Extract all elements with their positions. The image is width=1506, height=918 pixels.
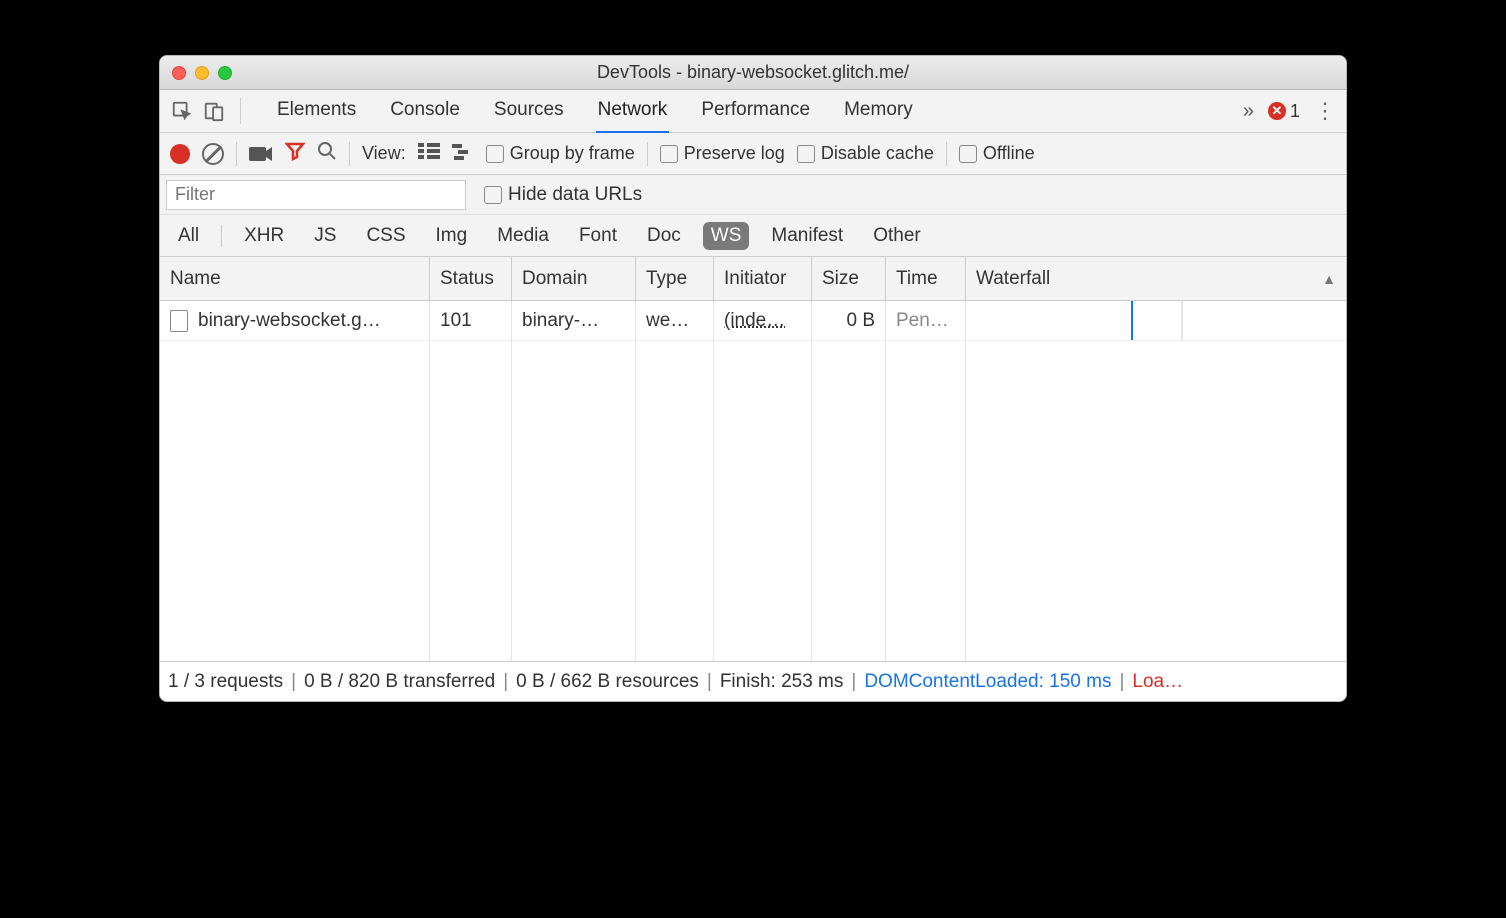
col-waterfall[interactable]: Waterfall▲ [966,257,1346,300]
table-body: binary-websocket.g… 101 binary-… we… (in… [160,301,1346,661]
separator [240,98,241,124]
record-button-icon[interactable] [170,144,190,164]
status-domcontentloaded: DOMContentLoaded: 150 ms [864,671,1111,693]
filter-media[interactable]: Media [489,222,557,250]
filter-css[interactable]: CSS [358,222,413,250]
cell-status: 101 [430,301,512,340]
file-icon [170,310,188,332]
cell-domain: binary-… [512,301,636,340]
filter-input[interactable] [166,180,466,210]
filter-bar: Hide data URLs [160,175,1346,215]
table-header: Name Status Domain Type Initiator Size T… [160,257,1346,301]
filter-font[interactable]: Font [571,222,625,250]
overview-icon[interactable] [452,142,474,165]
clear-button-icon[interactable] [202,143,224,165]
network-toolbar: View: Group by frame Preserve log Disabl… [160,133,1346,175]
group-by-frame-checkbox[interactable]: Group by frame [486,143,635,164]
tab-sources[interactable]: Sources [492,89,566,134]
tab-memory[interactable]: Memory [842,89,915,134]
status-resources: 0 B / 662 B resources [516,671,699,693]
waterfall-marker [1131,301,1133,340]
error-icon: ✕ [1268,102,1286,120]
status-transferred: 0 B / 820 B transferred [304,671,495,693]
col-time[interactable]: Time [886,257,966,300]
inspect-element-icon[interactable] [170,99,194,123]
col-initiator[interactable]: Initiator [714,257,812,300]
separator [221,225,222,247]
filter-funnel-icon[interactable] [285,141,305,167]
cell-size: 0 B [812,301,886,340]
separator [946,142,947,166]
status-load: Loa… [1132,671,1183,693]
cell-waterfall [966,301,1346,340]
tab-network[interactable]: Network [596,89,670,134]
cell-type: we… [636,301,714,340]
cell-name: binary-websocket.g… [160,301,430,340]
hide-data-urls-checkbox[interactable]: Hide data URLs [484,184,642,206]
col-status[interactable]: Status [430,257,512,300]
large-rows-icon[interactable] [418,142,440,165]
error-count: 1 [1290,101,1300,122]
filter-all[interactable]: All [170,222,207,250]
tab-elements[interactable]: Elements [275,89,358,134]
settings-kebab-icon[interactable]: ⋮ [1314,98,1336,124]
preserve-log-checkbox[interactable]: Preserve log [660,143,785,164]
search-icon[interactable] [317,141,337,167]
more-tabs-chevron-icon[interactable]: » [1243,100,1254,123]
cell-initiator: (inde… [714,301,812,340]
col-type[interactable]: Type [636,257,714,300]
status-finish: Finish: 253 ms [720,671,844,693]
table-row[interactable]: binary-websocket.g… 101 binary-… we… (in… [160,301,1346,341]
separator [647,142,648,166]
filter-doc[interactable]: Doc [639,222,689,250]
waterfall-marker [1181,301,1183,340]
col-name[interactable]: Name [160,257,430,300]
tab-console[interactable]: Console [388,89,462,134]
view-label: View: [362,143,406,164]
disable-cache-checkbox[interactable]: Disable cache [797,143,934,164]
filter-ws[interactable]: WS [703,222,750,250]
status-bar: 1 / 3 requests | 0 B / 820 B transferred… [160,661,1346,701]
main-tabs: Elements Console Sources Network Perform… [275,89,915,134]
error-counter[interactable]: ✕ 1 [1268,101,1300,122]
separator [236,142,237,166]
device-toolbar-icon[interactable] [202,99,226,123]
cell-time: Pen… [886,301,966,340]
titlebar: DevTools - binary-websocket.glitch.me/ [160,56,1346,90]
filter-other[interactable]: Other [865,222,929,250]
col-domain[interactable]: Domain [512,257,636,300]
col-size[interactable]: Size [812,257,886,300]
filter-js[interactable]: JS [306,222,344,250]
window-title: DevTools - binary-websocket.glitch.me/ [160,62,1346,83]
sort-arrow-icon: ▲ [1322,271,1336,287]
separator [349,142,350,166]
screenshot-icon[interactable] [249,145,273,163]
offline-checkbox[interactable]: Offline [959,143,1035,164]
tab-performance[interactable]: Performance [699,89,812,134]
type-filter-bar: All XHR JS CSS Img Media Font Doc WS Man… [160,215,1346,257]
filter-img[interactable]: Img [428,222,476,250]
filter-manifest[interactable]: Manifest [763,222,851,250]
devtools-window: DevTools - binary-websocket.glitch.me/ E… [159,55,1347,702]
filter-xhr[interactable]: XHR [236,222,292,250]
main-tabs-bar: Elements Console Sources Network Perform… [160,90,1346,133]
status-requests: 1 / 3 requests [168,671,283,693]
